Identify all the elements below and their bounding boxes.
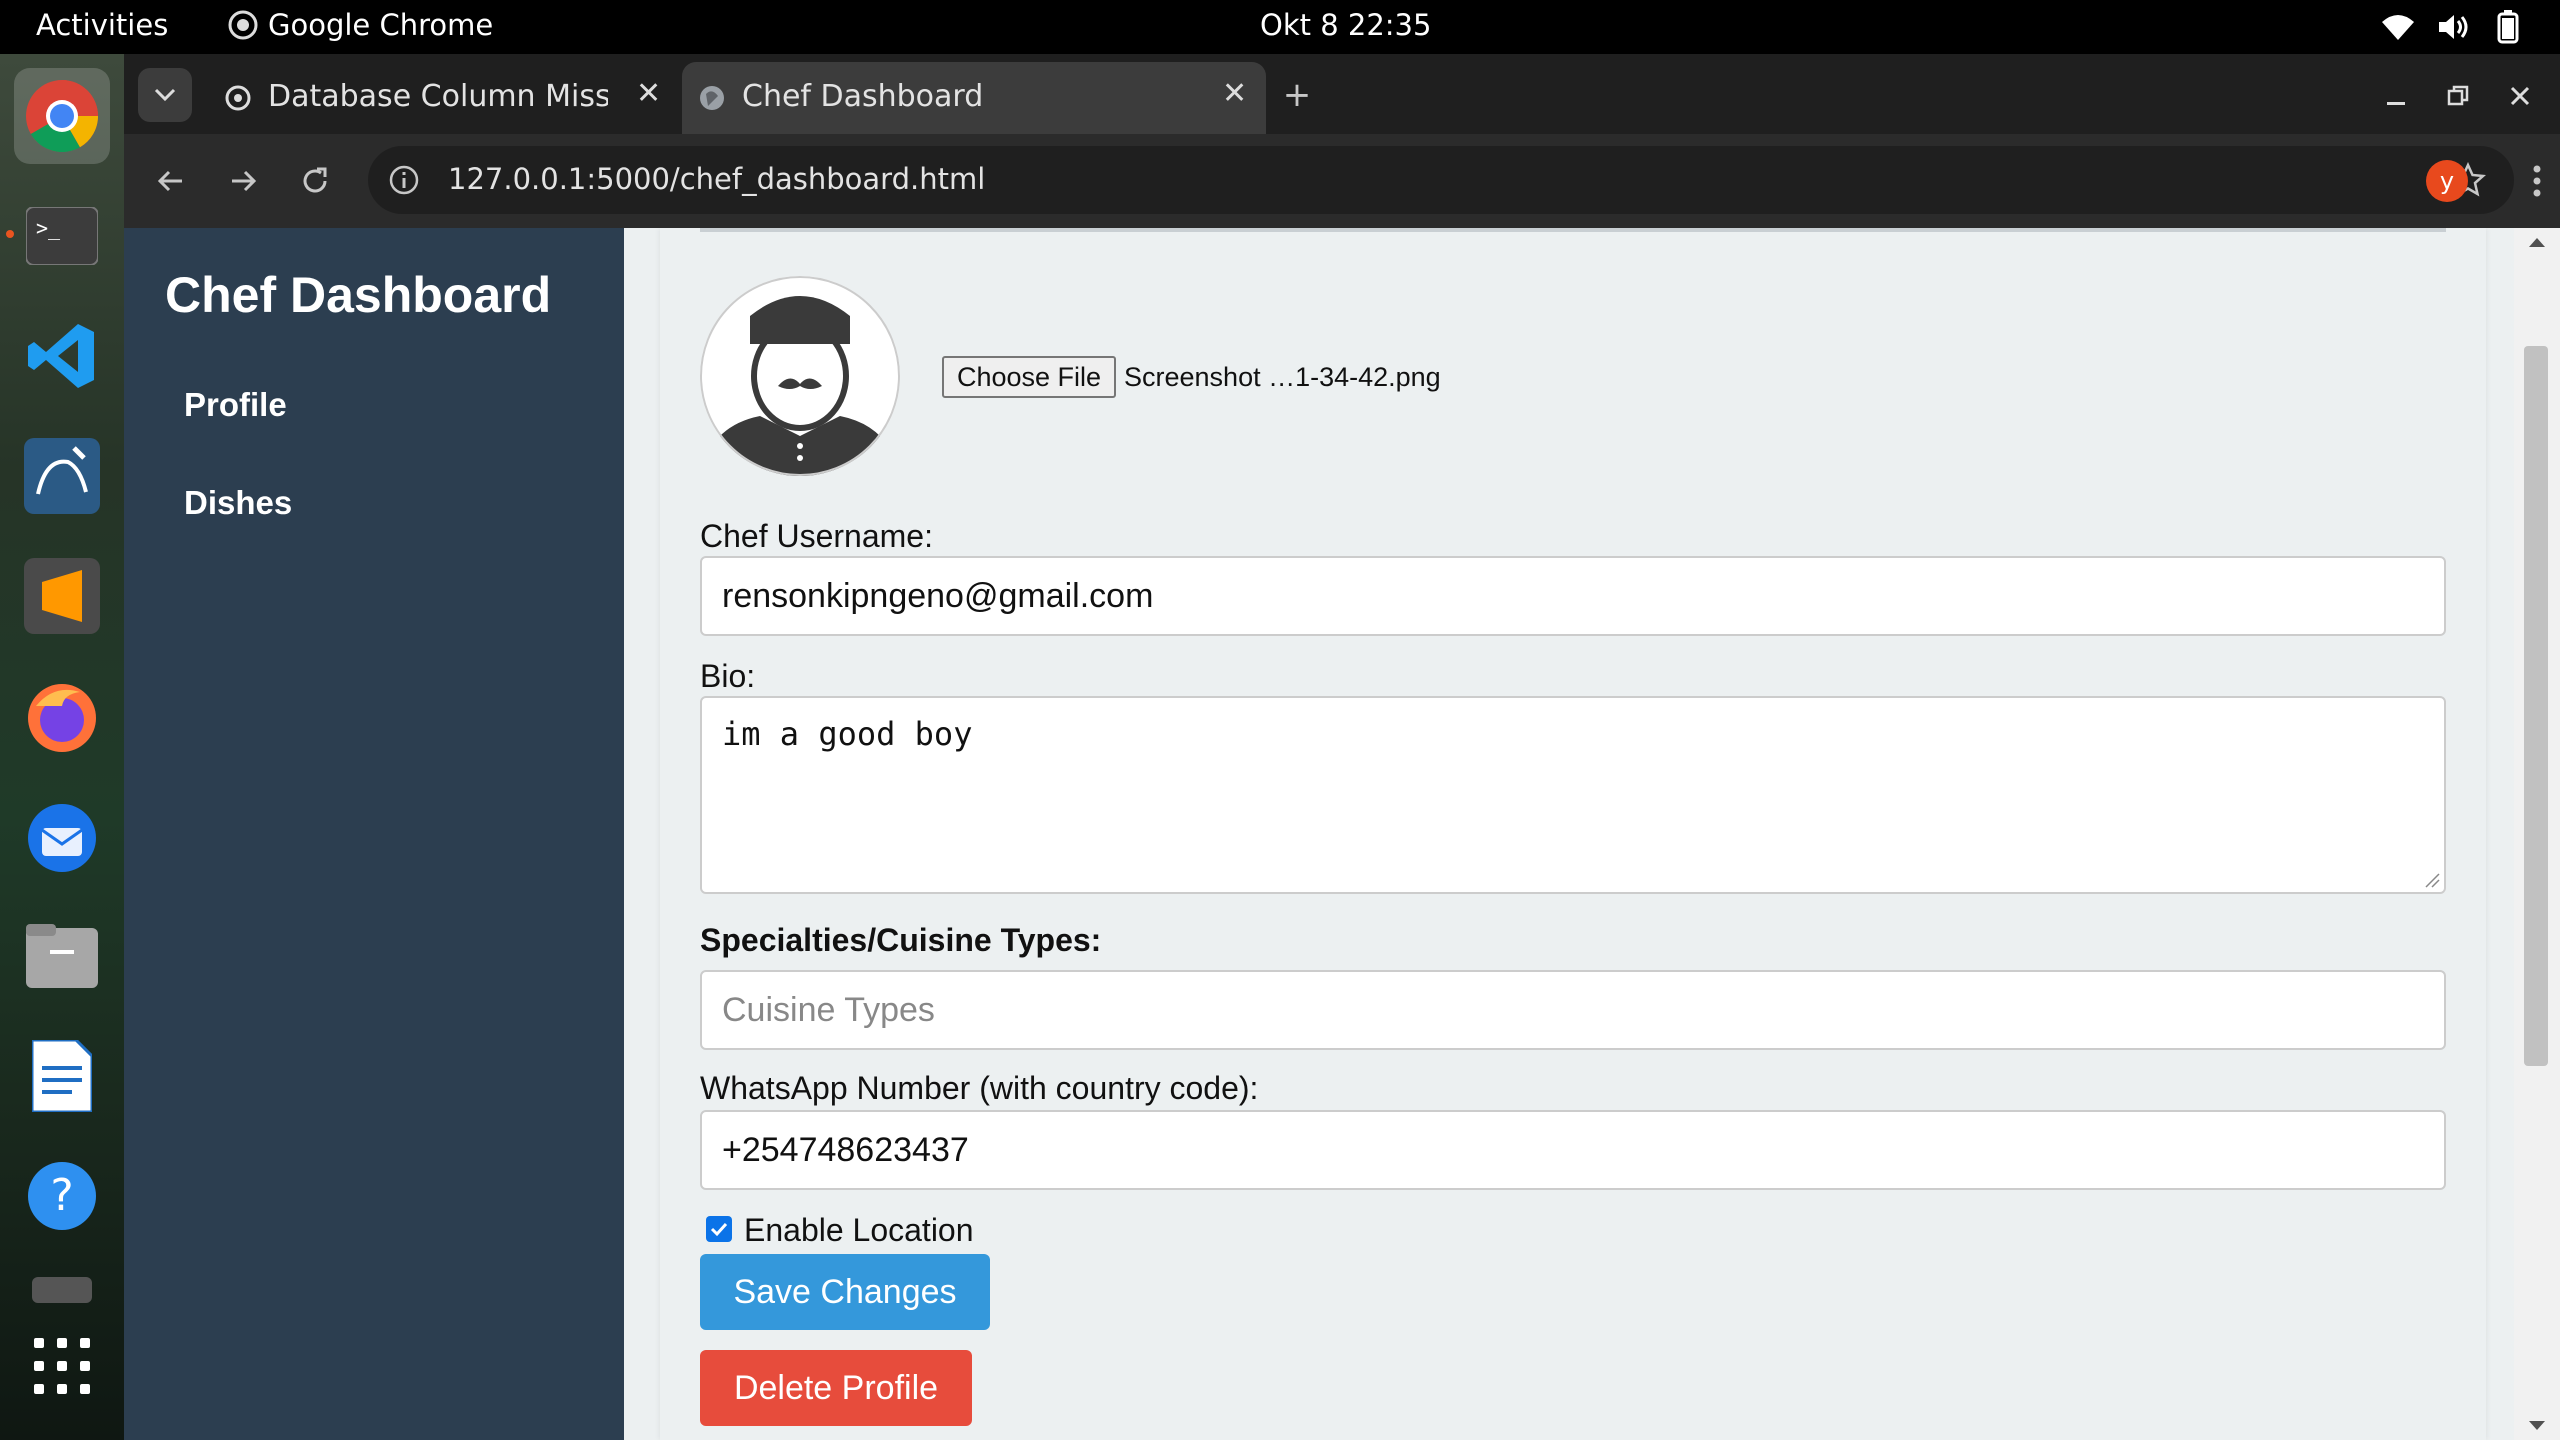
running-indicator (6, 230, 14, 238)
address-bar[interactable]: 127.0.0.1:5000/chef_dashboard.html (368, 146, 2514, 214)
close-tab-icon[interactable]: ✕ (1222, 76, 1247, 111)
close-icon (2510, 86, 2530, 106)
card-divider (700, 228, 2446, 232)
forward-button[interactable] (220, 158, 266, 204)
dock-files[interactable] (14, 908, 110, 1004)
chrome-icon (26, 80, 99, 153)
dock-help[interactable]: ? (14, 1148, 110, 1244)
activities-button[interactable]: Activities (36, 8, 168, 42)
main-content: Choose File Screenshot …1-34-42.png Chef… (660, 228, 2490, 1440)
username-input[interactable]: rensonkipngeno@gmail.com (700, 556, 2446, 636)
mysql-workbench-icon (24, 438, 100, 514)
reload-icon (303, 167, 327, 193)
dock-terminal[interactable]: >_ (14, 188, 110, 284)
save-changes-button[interactable]: Save Changes (700, 1254, 990, 1330)
chevron-down-icon (154, 88, 176, 102)
restore-icon (2447, 85, 2469, 106)
dock-drive[interactable] (14, 1268, 110, 1308)
dock-show-apps[interactable] (14, 1318, 110, 1414)
page-scrollbar[interactable] (2514, 228, 2560, 1440)
restore-button[interactable] (2436, 74, 2480, 118)
tab-search-button[interactable] (138, 68, 192, 122)
system-top-bar: Activities Google Chrome Okt 8 22:35 (0, 0, 2560, 54)
whatsapp-label: WhatsApp Number (with country code): (700, 1070, 1259, 1106)
site-info-icon[interactable] (388, 164, 420, 196)
scroll-down-icon[interactable] (2528, 1420, 2546, 1432)
location-label[interactable]: Enable Location (744, 1212, 974, 1249)
dock-thunderbird[interactable] (14, 788, 110, 884)
sidebar-title: Chef Dashboard (165, 267, 552, 323)
browser-tab-strip: Database Column Missin ✕ Chef Dashboard … (124, 54, 2560, 134)
sidebar: Chef Dashboard Profile Dishes (124, 228, 624, 1440)
browser-toolbar: 127.0.0.1:5000/chef_dashboard.html y (124, 134, 2560, 228)
active-app-name: Google Chrome (268, 8, 494, 42)
firefox-icon (28, 684, 96, 752)
dock-chrome[interactable] (14, 68, 110, 164)
active-app-menu[interactable]: Google Chrome (228, 8, 493, 42)
reload-button[interactable] (292, 158, 338, 204)
vscode-icon (28, 324, 94, 388)
openai-icon (225, 85, 251, 111)
arrow-left-icon (157, 170, 182, 192)
bio-textarea[interactable]: im a good boy (700, 696, 2446, 894)
close-window-button[interactable] (2498, 74, 2542, 118)
url-text: 127.0.0.1:5000/chef_dashboard.html (448, 162, 986, 196)
tab-chef-dashboard[interactable]: Chef Dashboard ✕ (682, 62, 1266, 134)
new-tab-button[interactable]: + (1274, 72, 1320, 118)
location-checkbox[interactable] (706, 1216, 732, 1242)
specialties-label: Specialties/Cuisine Types: (700, 922, 1102, 958)
bio-label: Bio: (700, 658, 756, 694)
tab-title: Chef Dashboard (742, 79, 984, 114)
close-tab-icon[interactable]: ✕ (636, 76, 661, 111)
drive-icon (32, 1277, 92, 1303)
profile-avatar[interactable]: y (2426, 160, 2468, 202)
volume-icon[interactable] (2436, 12, 2472, 42)
app-grid-icon (34, 1338, 90, 1394)
tab-database-column[interactable]: Database Column Missin ✕ (208, 62, 678, 134)
scrollbar-thumb[interactable] (2524, 346, 2548, 1066)
sidebar-item-dishes[interactable]: Dishes (184, 484, 292, 522)
resize-handle-icon[interactable] (2424, 872, 2440, 888)
plus-icon: + (1282, 75, 1312, 115)
svg-text:>_: >_ (36, 216, 61, 240)
globe-icon (700, 86, 724, 110)
username-label: Chef Username: (700, 518, 933, 554)
dock-vscode[interactable] (14, 308, 110, 404)
chrome-small-icon (228, 10, 258, 40)
kebab-menu-icon (2533, 165, 2541, 197)
dock-mysql-workbench[interactable] (14, 428, 110, 524)
web-page: Chef Dashboard Profile Dishes Choose Fil… (124, 228, 2560, 1440)
svg-text:?: ? (50, 1170, 73, 1221)
battery-icon[interactable] (2496, 10, 2520, 44)
help-icon: ? (28, 1162, 96, 1230)
dock-libreoffice-writer[interactable] (14, 1028, 110, 1124)
scroll-up-icon[interactable] (2528, 236, 2546, 248)
dock-firefox[interactable] (14, 668, 110, 764)
sidebar-item-profile[interactable]: Profile (184, 386, 287, 424)
bio-text: im a good boy (722, 715, 973, 753)
thunderbird-icon (28, 804, 96, 872)
minimize-button[interactable] (2374, 74, 2418, 118)
back-button[interactable] (148, 158, 194, 204)
clock[interactable]: Okt 8 22:35 (1260, 8, 1431, 42)
chef-avatar (700, 276, 900, 476)
choose-file-button[interactable]: Choose File (942, 356, 1116, 398)
arrow-right-icon (232, 170, 257, 192)
tab-title: Database Column Missin (268, 79, 608, 114)
checkmark-icon (710, 1222, 728, 1237)
specialties-input[interactable]: Cuisine Types (700, 970, 2446, 1050)
delete-profile-button[interactable]: Delete Profile (700, 1350, 972, 1426)
libreoffice-writer-icon (32, 1040, 92, 1112)
dock-sublime-text[interactable] (14, 548, 110, 644)
selected-file-name: Screenshot …1-34-42.png (1124, 362, 1441, 392)
sublime-text-icon (24, 558, 100, 634)
dock: >_ ? (0, 54, 124, 1440)
chrome-menu-button[interactable] (2514, 158, 2560, 204)
profile-card: Choose File Screenshot …1-34-42.png Chef… (660, 228, 2486, 1440)
whatsapp-input[interactable]: +254748623437 (700, 1110, 2446, 1190)
terminal-icon: >_ (26, 207, 98, 265)
wifi-icon[interactable] (2380, 12, 2416, 42)
minimize-icon (2387, 102, 2405, 105)
files-icon (26, 924, 98, 988)
